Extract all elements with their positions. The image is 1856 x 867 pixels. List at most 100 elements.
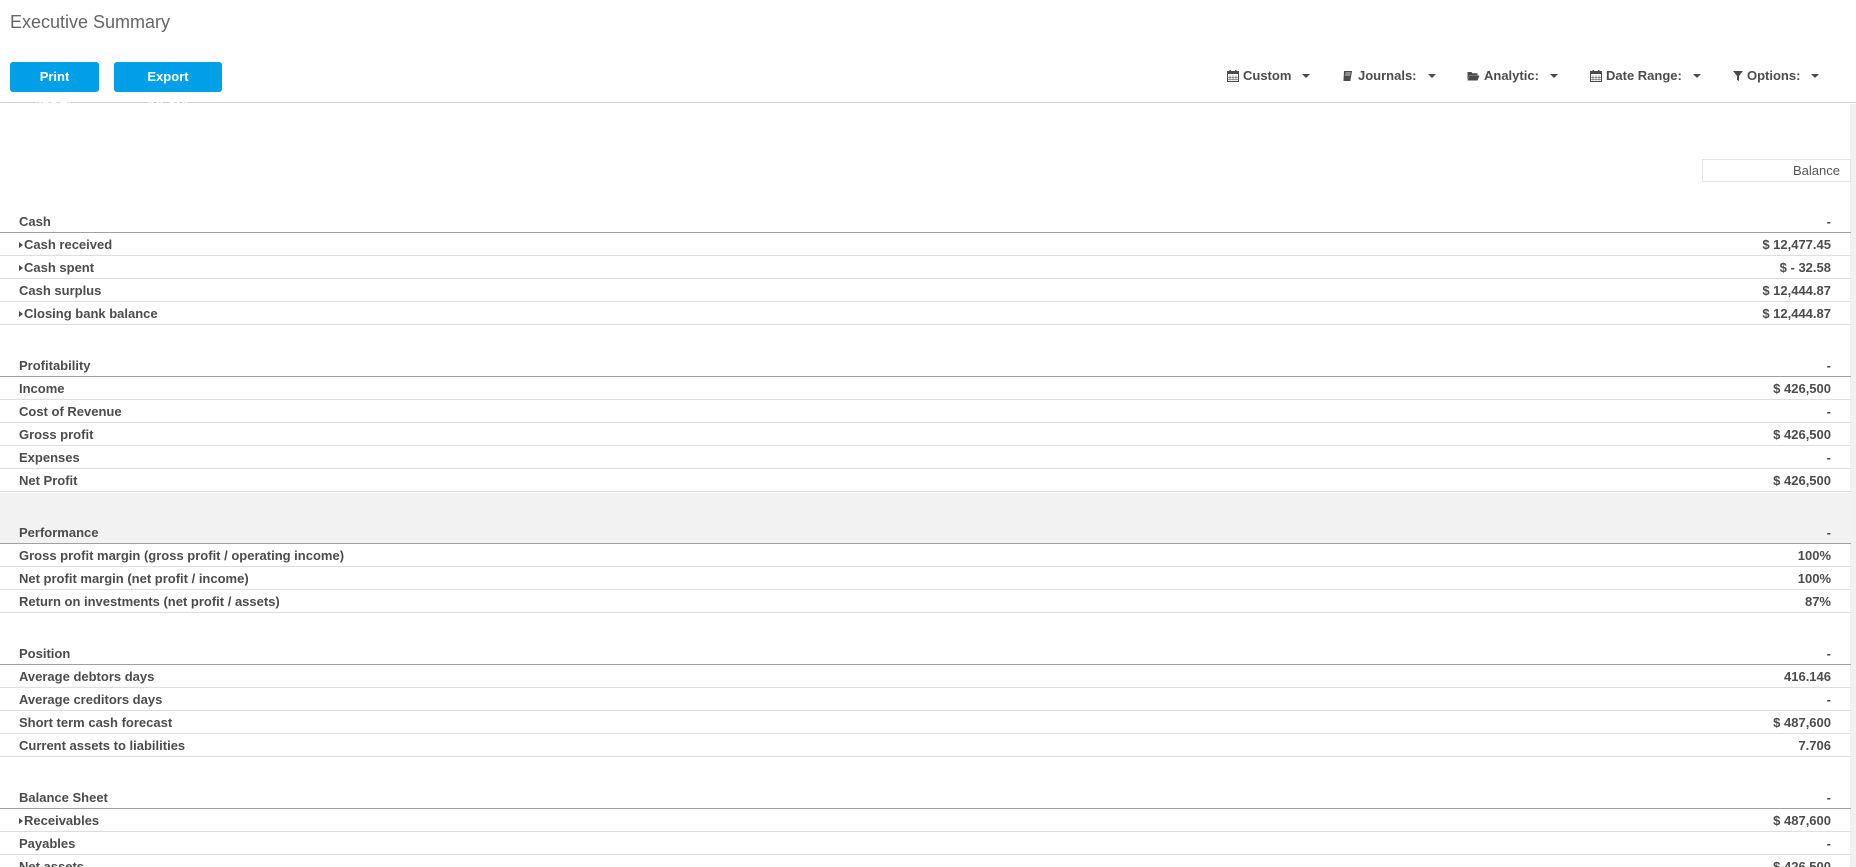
row-value: $ 426,500 xyxy=(1773,859,1831,867)
section-header-balance-sheet: Balance Sheet - xyxy=(0,786,1851,809)
caret-right-icon[interactable] xyxy=(19,242,23,248)
custom-filter-label: Custom xyxy=(1243,68,1292,83)
section-header-cash: Cash - xyxy=(0,210,1851,233)
section-header-performance: Performance - xyxy=(0,521,1851,544)
table-row-average-creditors-days: Average creditors days - xyxy=(0,688,1851,711)
row-label: Net Profit xyxy=(19,473,78,488)
filter-icon xyxy=(1733,70,1743,82)
row-value: $ 487,600 xyxy=(1773,715,1831,730)
caret-right-icon[interactable] xyxy=(19,818,23,824)
row-label: Receivables xyxy=(24,813,100,828)
section-value: - xyxy=(1826,646,1831,661)
row-value: $ 12,477.45 xyxy=(1762,237,1831,252)
chevron-down-icon xyxy=(1811,73,1820,78)
row-label: Current assets to liabilities xyxy=(19,738,186,753)
section-header-position: Position - xyxy=(0,642,1851,665)
row-label: Average debtors days xyxy=(19,669,155,684)
options-filter-label: Options: xyxy=(1747,68,1801,83)
analytic-filter-dropdown[interactable]: Analytic: xyxy=(1467,68,1558,83)
row-label: Cash spent xyxy=(24,260,95,275)
journals-filter-label: Journals: xyxy=(1358,68,1417,83)
row-label: Payables xyxy=(19,836,76,851)
table-row-expenses: Expenses - xyxy=(0,446,1851,469)
book-icon xyxy=(1342,70,1354,82)
section-value: - xyxy=(1826,358,1831,373)
row-value: 7.706 xyxy=(1798,738,1831,753)
table-row-cash-surplus: Cash surplus $ 12,444.87 xyxy=(0,279,1851,302)
row-label: Cash surplus xyxy=(19,283,102,298)
row-value: - xyxy=(1826,836,1831,851)
chevron-down-icon xyxy=(1692,73,1701,78)
journals-filter-dropdown[interactable]: Journals: xyxy=(1342,68,1436,83)
row-label: Return on investments (net profit / asse… xyxy=(19,594,280,609)
calendar-icon xyxy=(1227,69,1239,82)
options-filter-dropdown[interactable]: Options: xyxy=(1733,68,1820,83)
date-range-filter-label: Date Range: xyxy=(1606,68,1682,83)
table-row-closing-bank-balance[interactable]: Closing bank balance $ 12,444.87 xyxy=(0,302,1851,325)
balance-column-header: Balance xyxy=(1702,159,1851,182)
table-row-cash-spent[interactable]: Cash spent $ - 32.58 xyxy=(0,256,1851,279)
row-value: - xyxy=(1826,692,1831,707)
section-title: Balance Sheet xyxy=(19,790,108,805)
row-value: $ 426,500 xyxy=(1773,381,1831,396)
section-title: Performance xyxy=(19,525,99,540)
row-value: $ 12,444.87 xyxy=(1762,283,1831,298)
row-value: 87% xyxy=(1804,594,1831,609)
row-label: Gross profit margin (gross profit / oper… xyxy=(19,548,345,563)
custom-filter-dropdown[interactable]: Custom xyxy=(1227,68,1311,83)
caret-right-icon[interactable] xyxy=(19,265,23,271)
row-value: $ 426,500 xyxy=(1773,427,1831,442)
folder-open-icon xyxy=(1467,70,1480,82)
control-panel: Executive Summary Print (PDF) Export (XL… xyxy=(0,0,1856,114)
row-label: Gross profit xyxy=(19,427,94,442)
row-label: Cost of Revenue xyxy=(19,404,122,419)
row-label: Short term cash forecast xyxy=(19,715,173,730)
table-row-cost-of-revenue: Cost of Revenue - xyxy=(0,400,1851,423)
section-title: Cash xyxy=(19,214,51,229)
table-row-net-assets: Net assets $ 426,500 xyxy=(0,855,1851,867)
table-row-receivables[interactable]: Receivables $ 487,600 xyxy=(0,809,1851,832)
export-xlsx-button[interactable]: Export (XLSX) xyxy=(114,62,222,114)
section-value: - xyxy=(1826,214,1831,229)
print-pdf-button[interactable]: Print (PDF) xyxy=(10,62,99,114)
chevron-down-icon xyxy=(1427,73,1436,78)
date-range-filter-dropdown[interactable]: Date Range: xyxy=(1590,68,1701,83)
table-row-current-assets-to-liabilities: Current assets to liabilities 7.706 xyxy=(0,734,1851,757)
table-row-gross-profit-margin: Gross profit margin (gross profit / oper… xyxy=(0,544,1851,567)
chevron-down-icon xyxy=(1302,73,1311,78)
row-label: Average creditors days xyxy=(19,692,163,707)
row-value: 100% xyxy=(1797,571,1831,586)
table-row-short-term-cash-forecast: Short term cash forecast $ 487,600 xyxy=(0,711,1851,734)
chevron-down-icon xyxy=(1549,73,1558,78)
section-value: - xyxy=(1826,525,1831,540)
table-row-average-debtors-days: Average debtors days 416.146 xyxy=(0,665,1851,688)
table-row-net-profit-margin: Net profit margin (net profit / income) … xyxy=(0,567,1851,590)
page-title: Executive Summary xyxy=(10,12,171,32)
row-label: Cash received xyxy=(24,237,113,252)
row-value: $ - 32.58 xyxy=(1779,260,1831,275)
row-value: - xyxy=(1826,404,1831,419)
row-label: Income xyxy=(19,381,65,396)
row-value: $ 426,500 xyxy=(1773,473,1831,488)
table-row-payables: Payables - xyxy=(0,832,1851,855)
row-value: $ 12,444.87 xyxy=(1762,306,1831,321)
section-title: Profitability xyxy=(19,358,91,373)
row-value: 100% xyxy=(1797,548,1831,563)
row-value: $ 487,600 xyxy=(1773,813,1831,828)
analytic-filter-label: Analytic: xyxy=(1484,68,1539,83)
row-value: 416.146 xyxy=(1784,669,1831,684)
section-header-profitability: Profitability - xyxy=(0,354,1851,377)
table-row-return-on-investments: Return on investments (net profit / asse… xyxy=(0,590,1851,613)
table-row-net-profit: Net Profit $ 426,500 xyxy=(0,469,1851,492)
table-row-income: Income $ 426,500 xyxy=(0,377,1851,400)
row-label: Net profit margin (net profit / income) xyxy=(19,571,249,586)
section-title: Position xyxy=(19,646,71,661)
row-label: Closing bank balance xyxy=(24,306,158,321)
section-value: - xyxy=(1826,790,1831,805)
row-label: Expenses xyxy=(19,450,80,465)
row-label: Net assets xyxy=(19,859,85,867)
table-row-cash-received[interactable]: Cash received $ 12,477.45 xyxy=(0,233,1851,256)
row-value: - xyxy=(1826,450,1831,465)
table-row-gross-profit: Gross profit $ 426,500 xyxy=(0,423,1851,446)
caret-right-icon[interactable] xyxy=(19,311,23,317)
